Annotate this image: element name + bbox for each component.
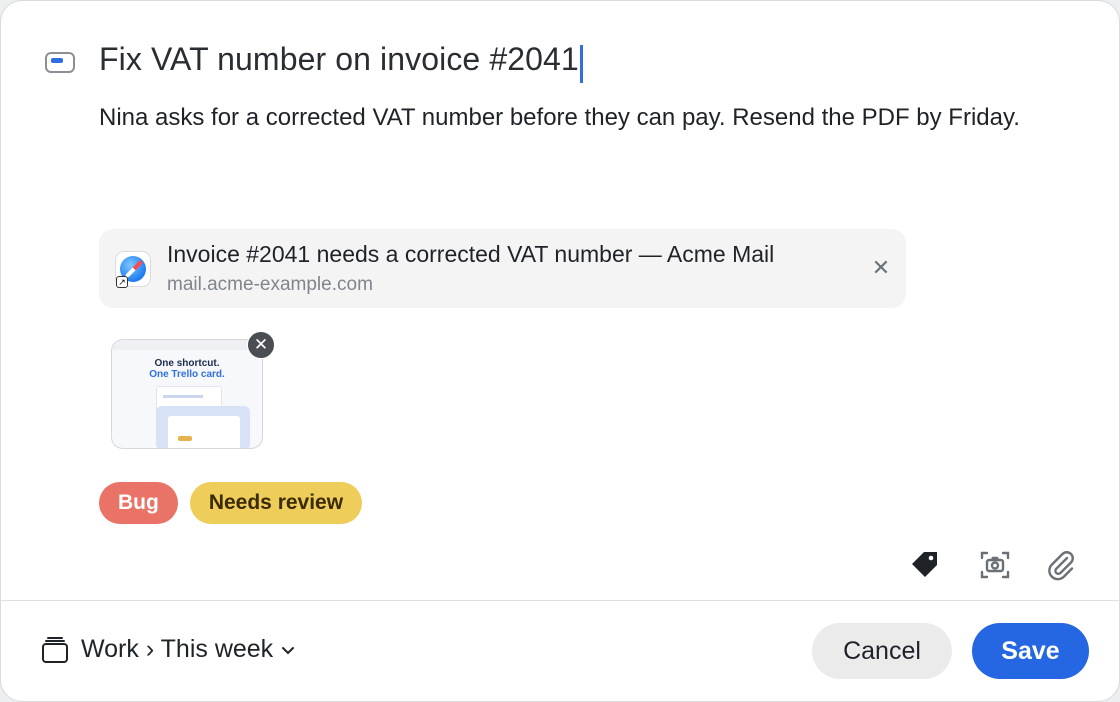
save-button[interactable]: Save bbox=[972, 623, 1089, 679]
paperclip-icon[interactable] bbox=[1043, 547, 1079, 583]
screenshot-icon[interactable] bbox=[977, 547, 1013, 583]
title-row: Fix VAT number on invoice #2041 bbox=[45, 41, 583, 83]
list-icon bbox=[42, 636, 68, 663]
safari-icon: ↗ bbox=[115, 251, 151, 288]
thumb-heading: One shortcut. bbox=[154, 358, 220, 369]
card-icon bbox=[45, 52, 75, 74]
link-attachment[interactable]: ↗ Invoice #2041 needs a corrected VAT nu… bbox=[99, 229, 906, 308]
cancel-button[interactable]: Cancel bbox=[812, 623, 952, 679]
description-input[interactable]: Nina asks for a corrected VAT number bef… bbox=[99, 101, 1039, 134]
chevron-down-icon[interactable] bbox=[281, 643, 295, 657]
label-list: Bug Needs review bbox=[99, 482, 363, 524]
list-picker[interactable]: Work › This week bbox=[41, 635, 295, 664]
create-card-dialog: Fix VAT number on invoice #2041 Nina ask… bbox=[0, 0, 1120, 702]
remove-link-button[interactable]: ✕ bbox=[870, 257, 892, 279]
link-title: Invoice #2041 needs a corrected VAT numb… bbox=[167, 241, 775, 267]
thumb-subheading: One Trello card. bbox=[149, 369, 225, 380]
list-breadcrumb[interactable]: Work › This week bbox=[81, 635, 273, 664]
label-bug[interactable]: Bug bbox=[99, 482, 178, 524]
attachment-toolbar bbox=[907, 547, 1077, 583]
tag-icon[interactable] bbox=[907, 547, 943, 583]
title-input[interactable]: Fix VAT number on invoice #2041 bbox=[99, 41, 583, 83]
screenshot-thumbnail[interactable]: One shortcut. One Trello card. bbox=[111, 339, 263, 449]
remove-screenshot-button[interactable]: ✕ bbox=[247, 331, 275, 359]
text-caret bbox=[579, 44, 583, 83]
label-needs-review[interactable]: Needs review bbox=[189, 482, 363, 524]
footer-divider bbox=[1, 600, 1119, 601]
card-title[interactable]: Fix VAT number on invoice #2041 bbox=[99, 41, 579, 77]
link-url: mail.acme-example.com bbox=[167, 274, 373, 295]
